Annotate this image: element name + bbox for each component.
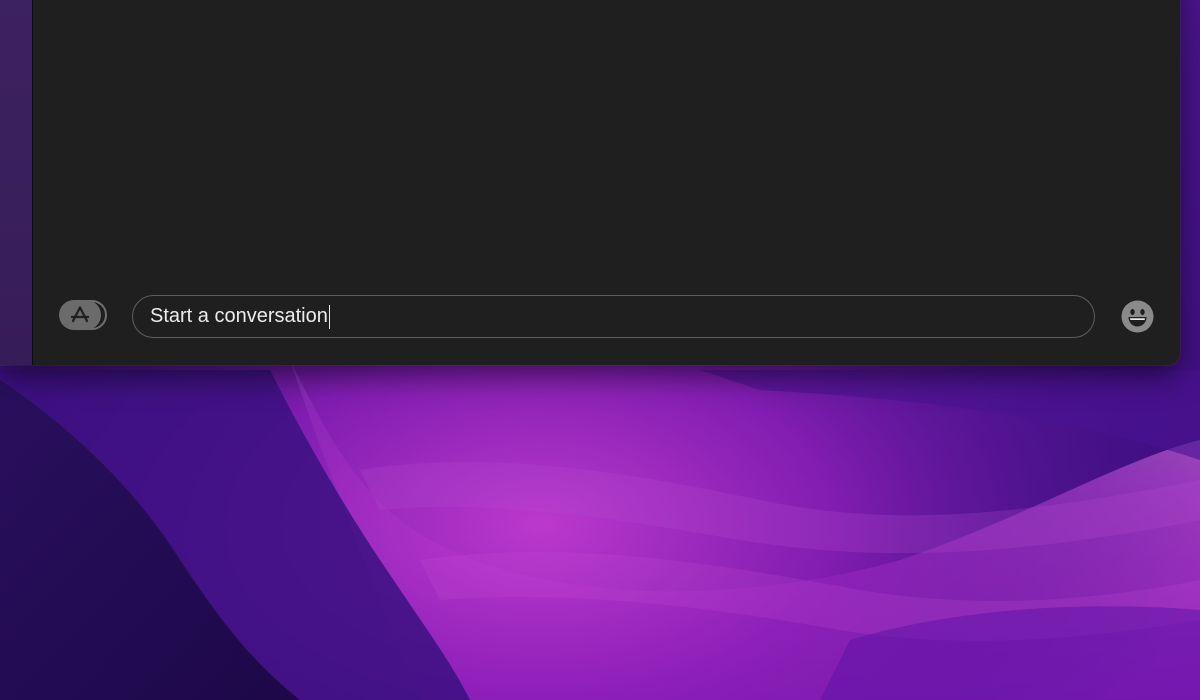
desktop: Start a conversation (0, 0, 1200, 700)
message-input[interactable]: Start a conversation (132, 295, 1095, 338)
app-store-icon (70, 306, 90, 323)
message-composer: Start a conversation (33, 290, 1180, 350)
emoji-smiley-icon (1121, 300, 1154, 333)
apps-button[interactable] (59, 300, 107, 330)
emoji-button[interactable] (1121, 300, 1154, 333)
sidebar-edge (0, 0, 33, 365)
messages-window: Start a conversation (0, 0, 1180, 365)
message-input-text: Start a conversation (150, 305, 328, 327)
apps-button-pill (59, 300, 101, 330)
text-caret (328, 304, 331, 329)
conversation-transcript (33, 0, 1180, 280)
